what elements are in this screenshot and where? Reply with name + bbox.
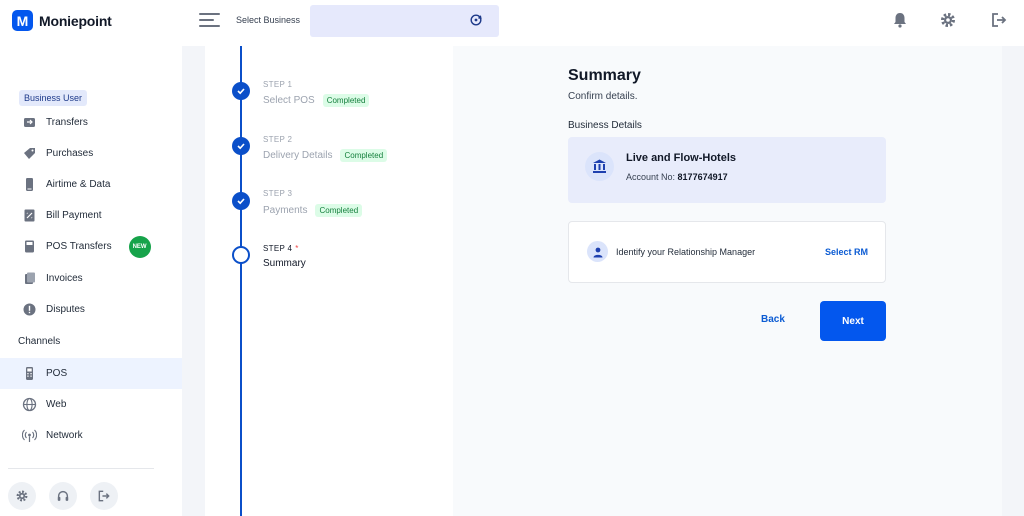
support-button[interactable] [49, 482, 77, 510]
new-badge: NEW [128, 235, 151, 258]
account-label: Account No: [626, 172, 676, 182]
select-business-label: Select Business [236, 15, 301, 25]
step-4-title[interactable]: Summary [263, 258, 306, 269]
step-4-number-row: STEP 4 * [263, 244, 299, 253]
sidebar-item-airtime-data[interactable]: Airtime & Data [0, 169, 182, 200]
next-button[interactable]: Next [820, 301, 886, 341]
menu-icon[interactable] [199, 13, 220, 29]
sidebar-item-pos-transfers[interactable]: POS Transfers NEW [0, 231, 182, 262]
step-1-number: STEP 1 [263, 80, 293, 89]
step-1-title-row[interactable]: Select POS Completed [263, 94, 370, 107]
sidebar-item-pos[interactable]: POS [0, 358, 182, 389]
sidebar-item-label: POS [46, 368, 68, 379]
step-1-check-icon [232, 82, 250, 100]
globe-icon [22, 397, 37, 412]
user-icon [587, 241, 608, 262]
sidebar-item-purchases[interactable]: Purchases [0, 138, 182, 169]
sidebar-item-label: Bill Payment [46, 210, 102, 221]
gear-icon[interactable] [939, 11, 957, 29]
select-rm-link[interactable]: Select RM [825, 247, 868, 257]
sidebar-item-bill-payment[interactable]: Bill Payment [0, 200, 182, 231]
sync-icon[interactable] [469, 13, 483, 27]
phone-icon [26, 178, 33, 191]
logout-icon[interactable] [990, 11, 1008, 29]
account-number: 8177674917 [677, 172, 728, 182]
sidebar-item-network[interactable]: Network [0, 420, 182, 451]
right-gutter [1002, 46, 1024, 516]
account-number-row: Account No: 8177674917 [626, 172, 728, 182]
step-1-status-badge: Completed [322, 94, 370, 107]
page-title: Summary [568, 67, 641, 84]
logo-mark: M [12, 10, 33, 31]
sidebar-item-label: Airtime & Data [46, 179, 111, 190]
sidebar-item-disputes[interactable]: Disputes [0, 294, 182, 325]
stepper-line [240, 46, 242, 516]
step-2-title-row[interactable]: Delivery Details Completed [263, 149, 388, 162]
main-panel: STEP 1 Select POS Completed STEP 2 Deliv… [205, 46, 1002, 516]
bell-icon[interactable] [891, 11, 909, 29]
step-3-status-badge: Completed [315, 204, 363, 217]
alert-icon [23, 303, 36, 316]
sidebar-divider [8, 468, 154, 469]
bank-icon [585, 152, 614, 181]
relationship-manager-card: Identify your Relationship Manager Selec… [568, 221, 886, 283]
page-subtitle: Confirm details. [568, 91, 638, 102]
sidebar-item-label: Disputes [46, 304, 85, 315]
business-select[interactable] [310, 5, 499, 37]
business-details-card: Live and Flow-Hotels Account No: 8177674… [568, 137, 886, 203]
sidebar-item-label: POS Transfers [46, 241, 112, 252]
sidebar-item-invoices[interactable]: Invoices [0, 263, 182, 294]
sidebar-item-label: Network [46, 430, 83, 441]
sidebar-item-label: Purchases [46, 148, 94, 159]
step-4-open-circle-icon [232, 246, 250, 264]
headset-icon [57, 490, 69, 501]
step-2-status-badge: Completed [340, 149, 388, 162]
brand-logo[interactable]: M Moniepoint [12, 10, 112, 31]
role-badge: Business User [19, 90, 88, 106]
business-details-heading: Business Details [568, 120, 642, 131]
channels-heading: Channels [18, 336, 61, 347]
network-icon [22, 429, 37, 442]
business-name: Live and Flow-Hotels [626, 152, 737, 164]
transfer-icon [24, 118, 35, 127]
back-button[interactable]: Back [761, 314, 785, 325]
step-4-number: STEP 4 [263, 244, 293, 253]
sidebar: Business User Transfers Purchases Airtim… [0, 46, 182, 516]
step-2-title: Delivery Details [263, 150, 333, 161]
gear-icon [16, 490, 28, 502]
logout-icon [98, 490, 110, 502]
required-mark: * [295, 244, 299, 253]
pos-transfer-icon [25, 240, 34, 253]
tag-icon [24, 148, 35, 159]
top-bar: M Moniepoint Select Business [0, 0, 1024, 46]
step-3-number: STEP 3 [263, 189, 293, 198]
step-2-check-icon [232, 137, 250, 155]
sidebar-item-transfers[interactable]: Transfers [0, 107, 182, 138]
brand-name: Moniepoint [39, 12, 112, 29]
logout-button[interactable] [90, 482, 118, 510]
sidebar-item-web[interactable]: Web [0, 389, 182, 420]
step-3-title: Payments [263, 205, 308, 216]
sidebar-item-label: Invoices [46, 273, 83, 284]
sidebar-item-label: Transfers [46, 117, 88, 128]
step-1-title: Select POS [263, 95, 315, 106]
step-3-title-row[interactable]: Payments Completed [263, 204, 363, 217]
step-3-check-icon [232, 192, 250, 210]
step-2-number: STEP 2 [263, 135, 293, 144]
summary-content: Summary Confirm details. Business Detail… [453, 46, 1002, 516]
bill-icon [24, 209, 35, 222]
sidebar-item-label: Web [46, 399, 67, 410]
stepper: STEP 1 Select POS Completed STEP 2 Deliv… [205, 46, 453, 516]
settings-button[interactable] [8, 482, 36, 510]
invoice-icon [25, 272, 35, 284]
rm-prompt: Identify your Relationship Manager [616, 247, 756, 257]
pos-icon [26, 367, 33, 380]
